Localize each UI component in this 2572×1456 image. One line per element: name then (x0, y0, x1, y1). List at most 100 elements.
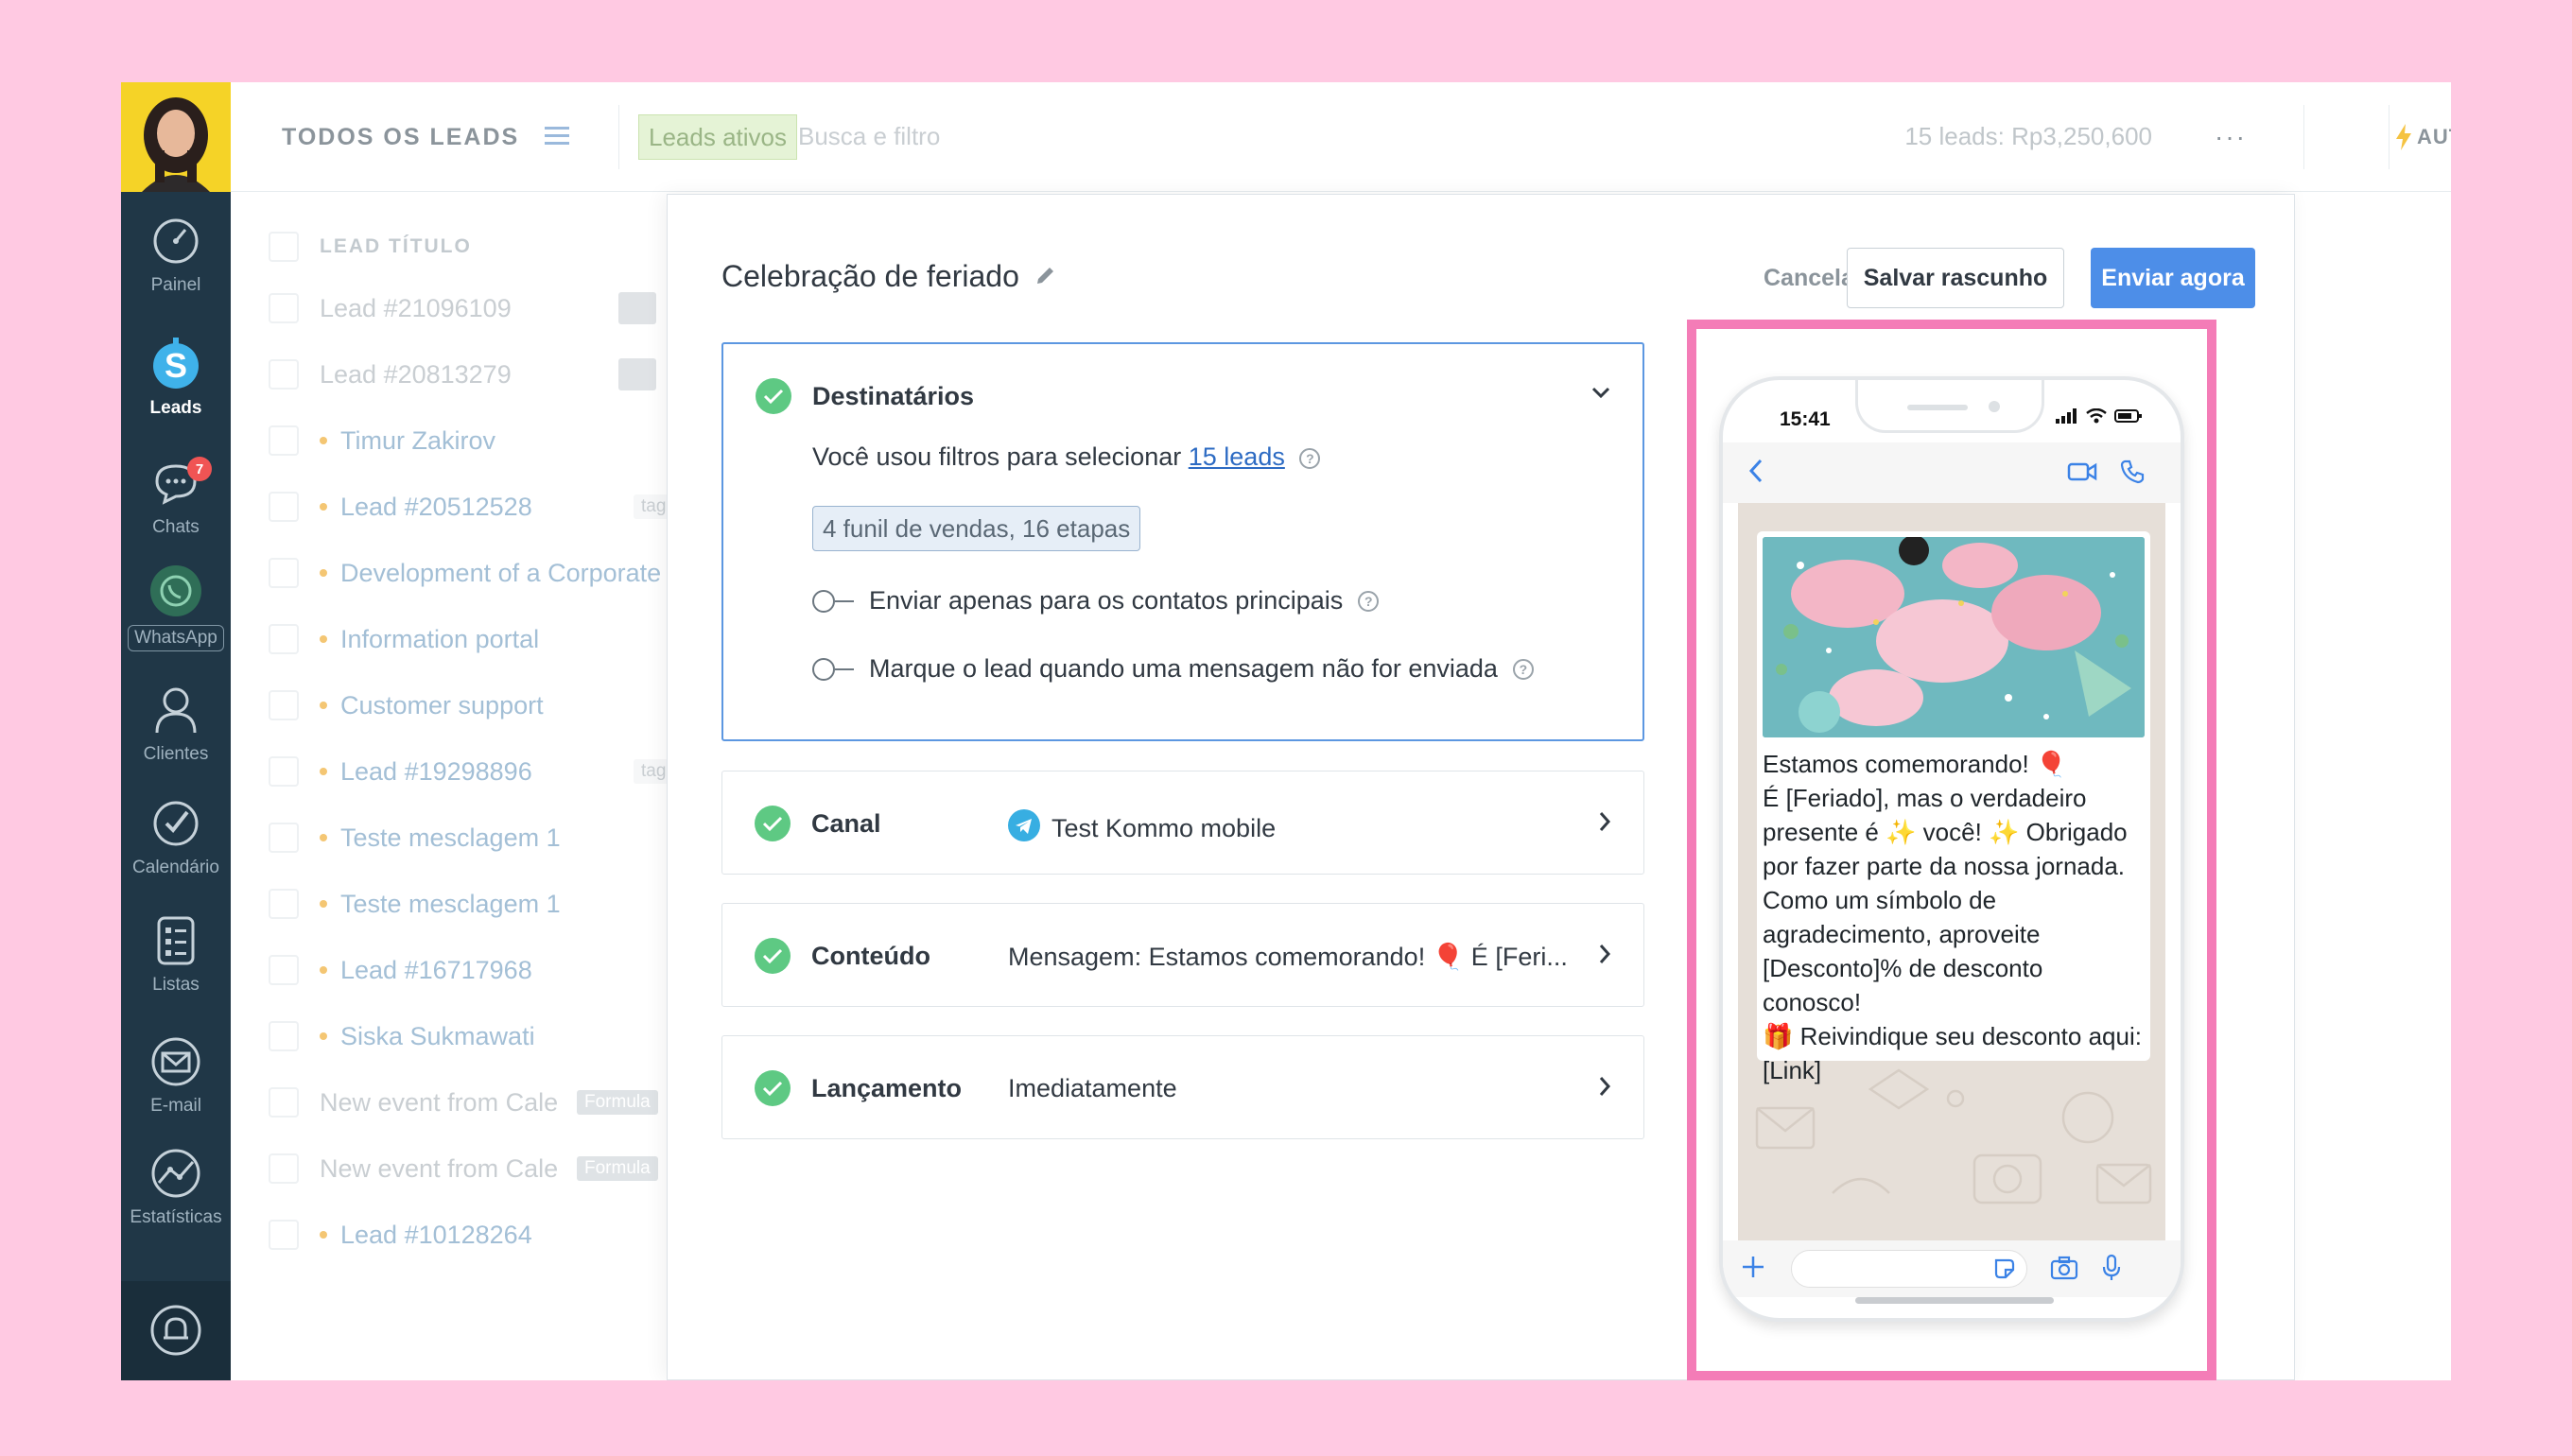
row-checkbox[interactable] (269, 492, 299, 522)
lightning-icon (2396, 124, 2411, 150)
launch-value: Imediatamente (1008, 1074, 1177, 1102)
page-title: TODOS OS LEADS (282, 124, 520, 150)
pencil-icon[interactable] (1034, 259, 1057, 294)
row-checkbox[interactable] (269, 1021, 299, 1051)
row-checkbox[interactable] (269, 690, 299, 720)
row-checkbox[interactable] (269, 756, 299, 787)
row-checkbox[interactable] (269, 359, 299, 390)
sidebar-item-clientes[interactable]: Clientes (121, 684, 231, 765)
leads-link[interactable]: 15 leads (1189, 442, 1285, 471)
help-icon[interactable]: ? (1299, 447, 1321, 469)
back-arrow-icon[interactable] (1747, 458, 1764, 489)
row-checkbox[interactable] (269, 889, 299, 919)
message-image[interactable] (1763, 537, 2145, 737)
status-time: 15:41 (1780, 408, 1831, 430)
microphone-icon[interactable] (2101, 1254, 2122, 1287)
sidebar-item-label: Clientes (143, 744, 209, 764)
lead-title[interactable]: Lead #20813279 (320, 360, 512, 390)
divider (2389, 105, 2390, 169)
status-dot (320, 437, 327, 444)
main-contacts-toggle[interactable] (812, 588, 854, 615)
status-dot (320, 1231, 327, 1239)
sidebar-item-email[interactable]: E-mail (121, 1035, 231, 1117)
lead-title[interactable]: Lead #19298896 (340, 757, 532, 787)
row-checkbox[interactable] (269, 624, 299, 654)
recipients-label: Destinatários (812, 382, 975, 410)
modal-title-text: Celebração de feriado (721, 259, 1019, 293)
lead-title[interactable]: Siska Sukmawati (340, 1022, 535, 1051)
check-icon (756, 378, 791, 414)
filter-summary: Você usou filtros para selecionar 15 lea… (812, 442, 1321, 472)
status-dot (320, 966, 327, 974)
select-all-checkbox[interactable] (269, 232, 299, 262)
message-preview-frame: 15:41 Estamos comemorando! 🎈 É [Feriado]… (1687, 320, 2216, 1380)
lead-title[interactable]: Information portal (340, 625, 539, 654)
recipients-card: Destinatários Você usou filtros para sel… (721, 342, 1644, 741)
sidebar-item-leads[interactable]: S Leads (121, 338, 231, 419)
mark-failed-toggle[interactable] (812, 656, 854, 683)
row-checkbox[interactable] (269, 425, 299, 456)
content-label: Conteúdo (811, 942, 930, 970)
chevron-right-icon[interactable] (1598, 944, 1611, 969)
plus-icon[interactable] (1740, 1254, 1766, 1285)
save-draft-button[interactable]: Salvar rascunho (1847, 248, 2064, 308)
row-checkbox[interactable] (269, 293, 299, 323)
lead-title[interactable]: Teste mesclagem 1 (340, 823, 561, 853)
row-checkbox[interactable] (269, 1153, 299, 1184)
filter-text: Você usou filtros para selecionar (812, 442, 1182, 471)
signal-icon (2056, 408, 2077, 424)
sidebar-item-whatsapp[interactable]: WhatsApp (121, 564, 231, 651)
camera-icon[interactable] (2050, 1256, 2078, 1285)
sidebar-item-calendario[interactable]: Calendário (121, 797, 231, 878)
row-checkbox[interactable] (269, 955, 299, 985)
send-now-button[interactable]: Enviar agora (2091, 248, 2255, 308)
lead-title[interactable]: Teste mesclagem 1 (340, 890, 561, 919)
row-checkbox[interactable] (269, 1087, 299, 1118)
lists-icon (149, 914, 202, 967)
channel-card[interactable]: Canal Test Kommo mobile (721, 771, 1644, 875)
lead-title[interactable]: Lead #10128264 (340, 1221, 532, 1250)
phone-call-icon[interactable] (2120, 459, 2145, 489)
help-icon[interactable]: ? (1358, 590, 1380, 612)
telegram-icon (1008, 809, 1040, 848)
bell-icon[interactable] (149, 1302, 202, 1361)
row-tag: Formula (577, 1090, 658, 1115)
content-card[interactable]: Conteúdo Mensagem: Estamos comemorando! … (721, 903, 1644, 1007)
chevron-right-icon[interactable] (1598, 1076, 1611, 1101)
video-call-icon[interactable] (2067, 461, 2097, 487)
lead-title[interactable]: New event from Cale (320, 1154, 558, 1184)
launch-label: Lançamento (811, 1074, 963, 1102)
lead-title[interactable]: Lead #20512528 (340, 493, 532, 522)
lead-title[interactable]: Timur Zakirov (340, 426, 495, 456)
sidebar-item-painel[interactable]: Painel (121, 215, 231, 296)
status-dot (320, 1032, 327, 1040)
chat-text-input[interactable] (1791, 1250, 2027, 1288)
chevron-down-icon[interactable] (1591, 386, 1610, 404)
chat-input-bar (1723, 1240, 2181, 1297)
sidebar-item-listas[interactable]: Listas (121, 914, 231, 996)
lead-title[interactable]: Customer support (340, 691, 544, 720)
sidebar-item-chats[interactable]: 7 Chats (121, 457, 231, 538)
row-checkbox[interactable] (269, 823, 299, 853)
help-icon[interactable]: ? (1512, 658, 1534, 680)
search-input[interactable]: Busca e filtro (798, 122, 940, 151)
row-chip (618, 292, 656, 324)
lead-title[interactable]: New event from Cale (320, 1088, 558, 1118)
pipeline-chip[interactable]: 4 funil de vendas, 16 etapas (812, 506, 1141, 551)
sticker-icon[interactable] (1992, 1257, 2017, 1281)
row-checkbox[interactable] (269, 1220, 299, 1250)
active-leads-tag[interactable]: Leads ativos (638, 114, 797, 160)
lead-title[interactable]: Lead #21096109 (320, 294, 512, 323)
automate-button[interactable]: AUTOMATIZE (2396, 124, 2451, 150)
avatar[interactable] (121, 82, 231, 192)
more-options-icon[interactable]: ··· (2215, 122, 2247, 152)
sidebar-item-estatisticas[interactable]: Estatísticas (121, 1147, 231, 1228)
hamburger-icon[interactable] (545, 124, 569, 153)
chevron-right-icon[interactable] (1598, 811, 1611, 837)
divider (618, 105, 619, 169)
row-checkbox[interactable] (269, 558, 299, 588)
stats-icon (149, 1147, 202, 1200)
lead-title[interactable]: Development of a Corporate (340, 559, 661, 588)
lead-title[interactable]: Lead #16717968 (340, 956, 532, 985)
launch-card[interactable]: Lançamento Imediatamente (721, 1035, 1644, 1139)
